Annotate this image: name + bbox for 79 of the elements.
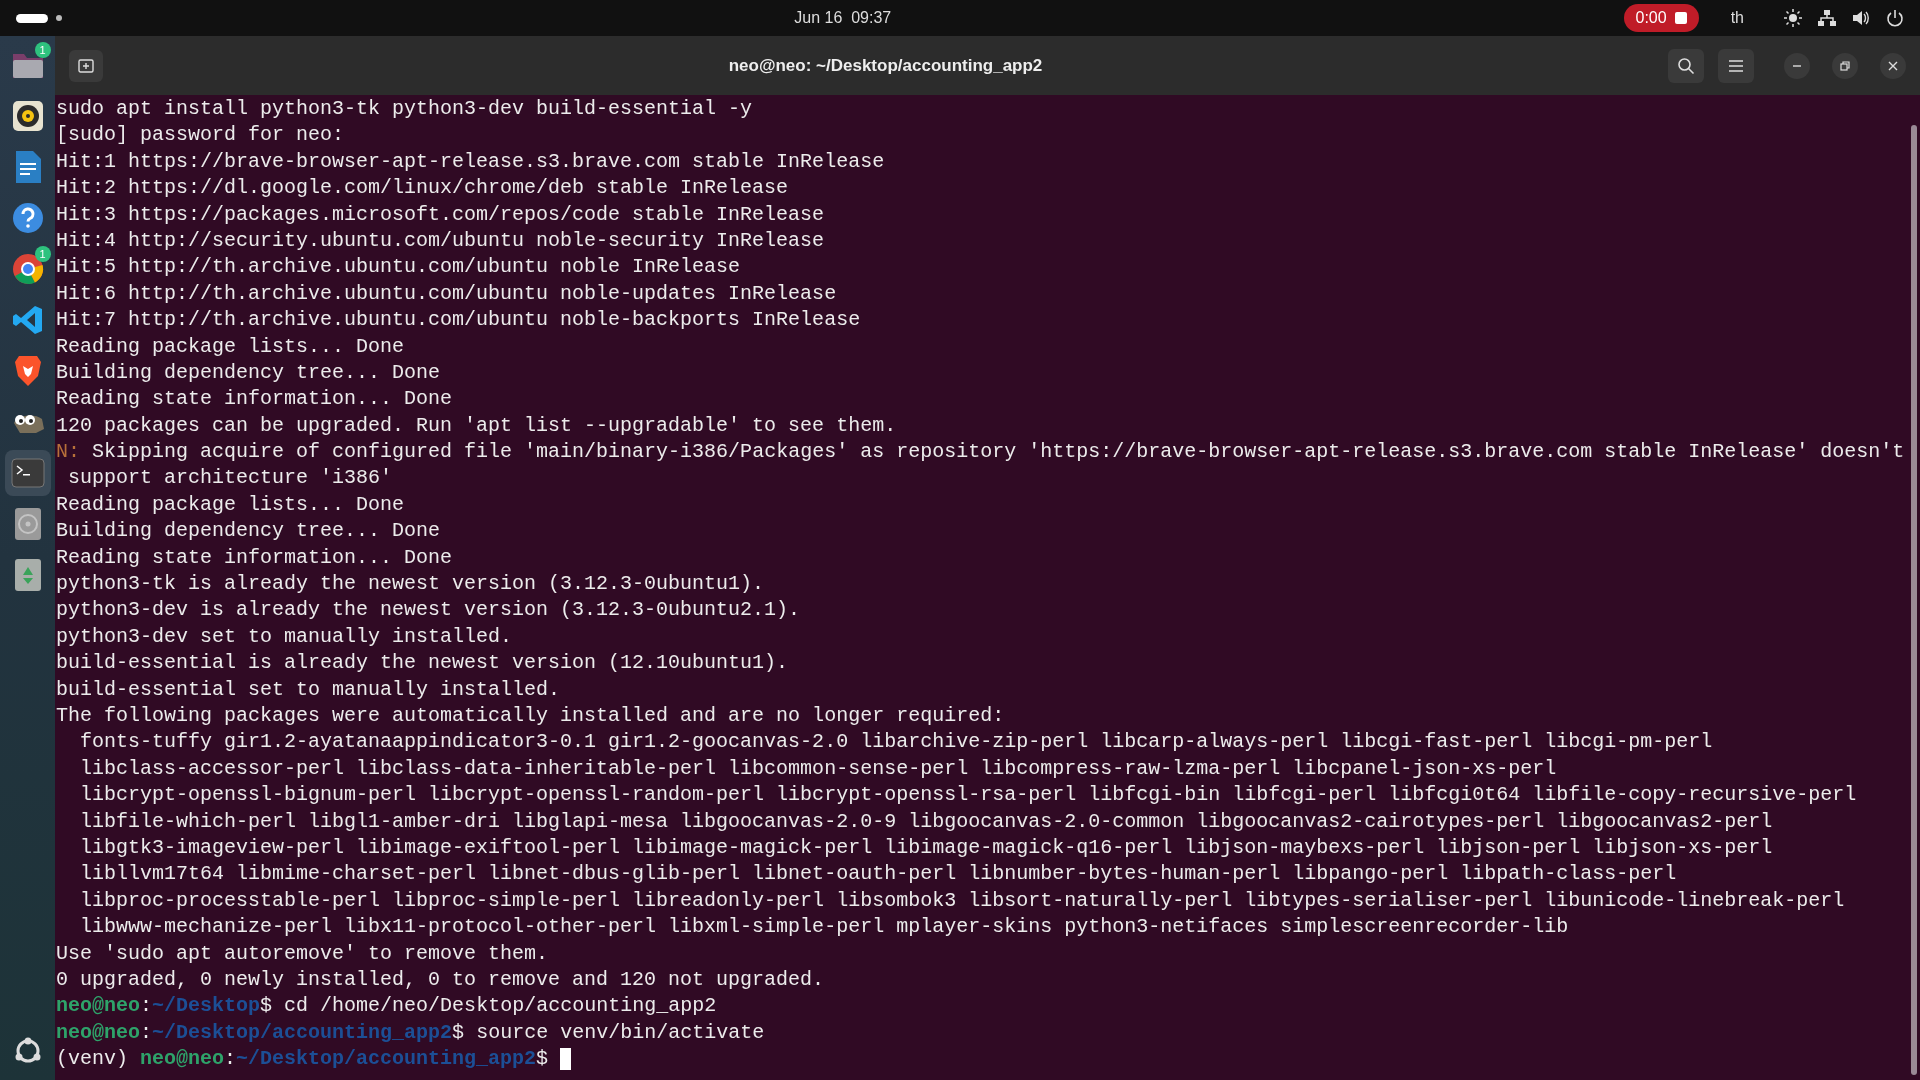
terminal-line: fonts-tuffy gir1.2-ayatanaappindicator3-0.1 gir1.2-goocanvas-2.0 libarchive-zip-perl libcarp-always-perl libcgi-fast-perl libcgi-pm-perl — [79, 729, 1714, 756]
menu-button[interactable] — [1718, 48, 1754, 83]
terminal-line: Reading state information... Done — [56, 544, 454, 571]
clock[interactable]: Jun 16 09:37 — [794, 6, 892, 30]
terminal-line: python3-dev set to manually installed. — [56, 623, 514, 650]
command-text: source venv/bin/activate — [476, 1019, 765, 1046]
terminal-line: Hit:4 http://security.ubuntu.com/ubuntu noble-security InRelease — [56, 227, 826, 254]
speaker-icon — [11, 100, 44, 132]
restore-icon — [1840, 60, 1850, 71]
terminal-line: Hit:2 https://dl.google.com/linux/chrome/deb stable InRelease — [56, 175, 790, 202]
terminal-icon — [10, 458, 45, 488]
terminal-line: libgtk3-imageview-perl libimage-exiftool-perl libimage-magick-perl libimage-magick-q16-perl libjson-maybexs-perl libjson-perl libjson-xs-perl — [79, 834, 1774, 861]
terminal-line: Hit:3 https://packages.microsoft.com/repos/code stable InRelease — [56, 201, 826, 228]
prompt-separator: : — [224, 1046, 237, 1073]
workspace-indicator[interactable] — [16, 13, 48, 23]
terminal-line: The following packages were automatically installed and are no longer required: — [56, 703, 1006, 729]
prompt-user: neo@neo — [56, 993, 140, 1020]
terminal-line: libclass-accessor-perl libclass-data-inheritable-perl libcommon-sense-perl libcompress-raw-lzma-perl libcpanel-json-xs-perl — [79, 755, 1558, 782]
volume-icon — [1852, 9, 1870, 27]
close-icon — [1888, 60, 1898, 71]
prompt-path: ~/Desktop/accounting_app2 — [152, 1019, 453, 1046]
terminal-line: support architecture 'i386' — [67, 465, 394, 492]
keyboard-layout[interactable]: th — [1730, 6, 1744, 30]
prompt-path: ~/Desktop — [152, 993, 261, 1020]
terminal-line: Reading package lists... Done — [56, 491, 406, 518]
terminal-line: Hit:5 http://th.archive.ubuntu.com/ubuntu noble InRelease — [56, 254, 742, 281]
help-icon — [11, 202, 44, 234]
notification-badge: 1 — [34, 246, 51, 262]
new-tab-icon — [78, 57, 94, 74]
scrollbar-thumb[interactable] — [1911, 125, 1917, 1075]
venv-label: (venv) — [56, 1046, 129, 1073]
stop-icon — [1674, 12, 1687, 24]
terminal-line: python3-tk is already the newest version (3.12.3-0ubuntu1). — [56, 571, 766, 598]
terminal-line: libllvm17t64 libmime-charset-perl libnet-dbus-glib-perl libnet-oauth-perl libnumber-bytes-human-perl libpango-perl libpath-class-perl — [79, 861, 1678, 888]
window-title: neo@neo: ~/Desktop/accounting_app2 — [728, 54, 1043, 77]
terminal-line: Reading state information... Done — [56, 386, 454, 413]
terminal-line: libfile-which-perl libgl1-amber-dri libglapi-mesa libgoocanvas-2.0-9 libgoocanvas-2.0-common libgoocanvas2-cairotypes-perl libgoocanvas2-perl — [79, 808, 1774, 835]
prompt-symbol: $ — [536, 1046, 549, 1073]
terminal-line: Hit:7 http://th.archive.ubuntu.com/ubuntu noble-backports InRelease — [56, 307, 862, 334]
terminal-line: Hit:6 http://th.archive.ubuntu.com/ubuntu noble-updates InRelease — [56, 280, 838, 307]
prompt-separator: : — [140, 1019, 153, 1046]
notice-tag: N: — [56, 439, 80, 466]
terminal-line: libcrypt-openssl-bignum-perl libcrypt-openssl-random-perl libcrypt-openssl-rsa-perl libfcgi-bin libfcgi-perl libfcgi0t64 libfile-copy-recursive-perl — [79, 782, 1858, 809]
prompt-symbol: $ — [452, 1019, 465, 1046]
minimize-button[interactable] — [1784, 52, 1810, 79]
brightness-icon — [1784, 9, 1802, 27]
prompt-user: neo@neo — [56, 1019, 140, 1046]
terminal-line: Hit:1 https://brave-browser-apt-release.s3.brave.com stable InRelease — [56, 148, 886, 175]
terminal-line: libwww-mechanize-perl libx11-protocol-other-perl libxml-simple-perl mplayer-skins python3-netifaces simplescreenrecorder-lib — [79, 914, 1570, 941]
code-editor-icon — [11, 304, 44, 336]
close-button[interactable] — [1880, 52, 1906, 79]
restore-button[interactable] — [1832, 52, 1858, 79]
lion-icon — [12, 354, 43, 388]
recording-indicator[interactable]: 0:00 — [1623, 4, 1699, 32]
terminal-line: [sudo] password for neo: — [56, 122, 346, 149]
power-icon — [1886, 9, 1904, 27]
prompt-path: ~/Desktop/accounting_app2 — [236, 1046, 537, 1073]
terminal-line: Building dependency tree... Done — [56, 359, 442, 386]
terminal-line: Reading package lists... Done — [56, 333, 406, 360]
search-icon — [1677, 56, 1695, 75]
prompt-symbol: $ — [260, 993, 273, 1020]
terminal-line: libproc-processtable-perl libproc-simple-perl libreadonly-perl libsombok3 libsort-naturally-perl libtypes-serialiser-perl libunicode-linebreak-perl — [79, 887, 1846, 914]
search-button[interactable] — [1668, 48, 1704, 83]
menu-icon — [1728, 58, 1744, 73]
terminal-line: Use 'sudo apt autoremove' to remove them. — [56, 940, 550, 967]
terminal-line: Building dependency tree... Done — [56, 518, 442, 545]
notification-badge: 1 — [34, 42, 51, 58]
terminal-line: 0 upgraded, 0 newly installed, 0 to remove and 120 not upgraded. — [56, 966, 826, 993]
terminal-line: sudo apt install python3-tk python3-dev build-essential -y — [56, 96, 754, 122]
terminal-line: python3-dev is already the newest version (3.12.3-0ubuntu2.1). — [56, 597, 802, 624]
prompt-user: neo@neo — [140, 1046, 225, 1073]
terminal-line: build-essential set to manually installed. — [56, 676, 562, 703]
network-icon — [1818, 9, 1836, 27]
new-tab-button[interactable] — [69, 49, 103, 82]
terminal-line: build-essential is already the newest version (12.10ubuntu1). — [56, 650, 790, 677]
terminal-line: 120 packages can be upgraded. Run 'apt list --upgradable' to see them. — [56, 412, 898, 439]
terminal-line: Skipping acquire of configured file 'main/binary-i386/Packages' as repository 'https://brave-browser-apt-release.s3.brave.com stable InRelease' doesn't — [91, 439, 1905, 466]
command-text: cd /home/neo/Desktop/accounting_app2 — [284, 993, 717, 1020]
prompt-separator: : — [140, 993, 153, 1020]
